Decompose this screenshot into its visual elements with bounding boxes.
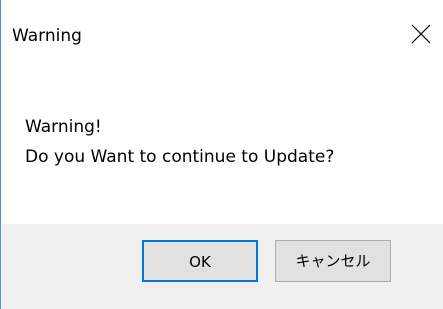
- ok-button[interactable]: OK: [142, 240, 258, 282]
- close-icon: [411, 24, 431, 44]
- dialog-title: Warning: [12, 26, 82, 46]
- title-bar[interactable]: Warning: [2, 0, 443, 66]
- message-heading: Warning!: [25, 117, 102, 137]
- message-text: Do you Want to continue to Update?: [25, 147, 335, 167]
- warning-dialog: Warning Warning! Do you Want to continue…: [0, 0, 443, 309]
- close-button[interactable]: [398, 14, 443, 54]
- button-bar: OK キャンセル: [2, 224, 443, 309]
- dialog-content: Warning! Do you Want to continue to Upda…: [2, 66, 443, 224]
- cancel-button[interactable]: キャンセル: [275, 240, 391, 282]
